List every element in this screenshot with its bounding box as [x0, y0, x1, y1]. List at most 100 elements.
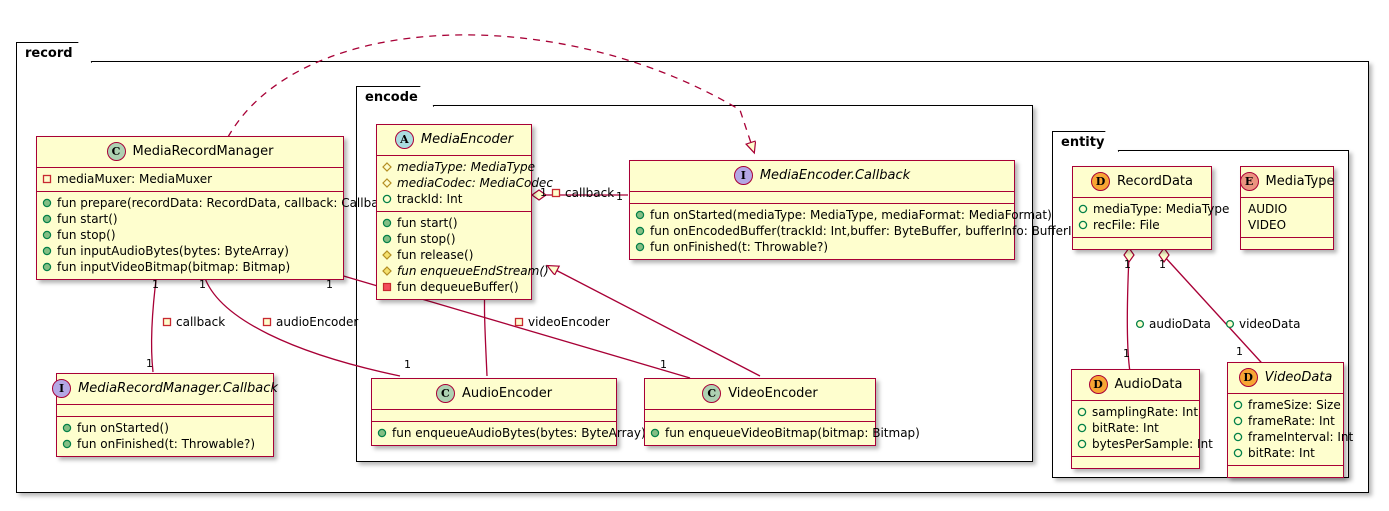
- class-title: VideoEncoder: [728, 386, 818, 401]
- class-header: D AudioData: [1072, 370, 1199, 401]
- method-row: fun start(): [382, 215, 526, 231]
- public-marker-icon: [635, 210, 645, 220]
- class-header: C AudioEncoder: [372, 379, 616, 410]
- public-marker-icon: [1225, 319, 1235, 329]
- class-stereotype-icon: D: [1238, 368, 1258, 387]
- class-header: C MediaRecordManager: [37, 137, 343, 168]
- private-marker-icon: [514, 317, 524, 327]
- class-stereotype-icon: C: [435, 384, 455, 403]
- public-marker-icon: [42, 246, 52, 256]
- attribute-label: frameRate: Int: [1248, 414, 1335, 428]
- multiplicity: 1: [1124, 258, 1131, 271]
- public-marker-icon: [382, 194, 392, 204]
- enum-value: VIDEO: [1248, 218, 1287, 232]
- method-row: fun dequeueBuffer(): [382, 279, 526, 295]
- attribute-row: mediaCodec: MediaCodec: [382, 175, 553, 191]
- attribute-row: frameRate: Int: [1233, 413, 1338, 429]
- class-video-encoder[interactable]: C VideoEncoder fun enqueueVideoBitmap(bi…: [644, 378, 920, 446]
- public-marker-icon: [1233, 416, 1243, 426]
- method-label: fun inputVideoBitmap(bitmap: Bitmap): [57, 260, 291, 274]
- class-record-data[interactable]: D RecordData mediaType: MediaType recFil…: [1072, 166, 1229, 250]
- method-row: fun inputVideoBitmap(bitmap: Bitmap): [42, 259, 338, 275]
- attribute-row: frameSize: Size: [1233, 397, 1341, 413]
- attribute-row: mediaType: MediaType: [1078, 201, 1229, 217]
- class-header: C VideoEncoder: [645, 379, 875, 410]
- attribute-row: bytesPerSample: Int: [1077, 436, 1213, 452]
- class-header: I MediaEncoder.Callback: [630, 161, 1014, 192]
- multiplicity: 1: [326, 278, 333, 291]
- method-row: fun stop(): [382, 231, 526, 247]
- private-marker-icon: [382, 282, 392, 292]
- class-title: MediaEncoder.Callback: [759, 168, 911, 183]
- attributes-compartment: samplingRate: Int bitRate: Int bytesPerS…: [1072, 401, 1213, 457]
- multiplicity: 1: [199, 278, 206, 291]
- attributes-compartment: [372, 410, 616, 422]
- public-marker-icon: [1077, 423, 1087, 433]
- class-title: MediaEncoder: [420, 132, 514, 147]
- public-marker-icon: [42, 262, 52, 272]
- class-stereotype-icon: D: [1091, 172, 1111, 191]
- edge-label-callback-mid: callback: [551, 186, 614, 200]
- class-header: D VideoData: [1228, 363, 1343, 394]
- public-marker-icon: [1233, 432, 1243, 442]
- public-marker-icon: [42, 230, 52, 240]
- public-marker-icon: [1078, 204, 1088, 214]
- enum-values-compartment: AUDIO VIDEO: [1241, 198, 1333, 238]
- multiplicity: 1: [404, 358, 411, 371]
- attribute-label: bitRate: Int: [1248, 446, 1315, 460]
- class-audio-data[interactable]: D AudioData samplingRate: Int bitRate: I…: [1071, 369, 1213, 469]
- public-marker-icon: [1078, 220, 1088, 230]
- public-marker-icon: [1077, 407, 1087, 417]
- class-media-record-manager-callback[interactable]: I MediaRecordManager.Callback fun onStar…: [52, 373, 278, 457]
- method-row: fun inputAudioBytes(bytes: ByteArray): [42, 243, 338, 259]
- attribute-label: mediaCodec: MediaCodec: [397, 176, 553, 190]
- public-marker-icon: [1135, 319, 1145, 329]
- protected-marker-icon: [382, 162, 392, 172]
- attribute-row: recFile: File: [1078, 217, 1206, 233]
- attributes-compartment: [57, 405, 273, 417]
- methods-compartment: [1073, 238, 1211, 249]
- class-media-record-manager[interactable]: C MediaRecordManager mediaMuxer: MediaMu…: [36, 136, 403, 280]
- public-marker-icon: [650, 428, 660, 438]
- methods-compartment: fun enqueueVideoBitmap(bitmap: Bitmap): [645, 422, 920, 445]
- methods-compartment: fun enqueueAudioBytes(bytes: ByteArray): [372, 422, 646, 445]
- class-video-data[interactable]: D VideoData frameSize: Size frameRate: I…: [1227, 362, 1353, 478]
- package-entity-label: entity: [1061, 134, 1105, 150]
- class-stereotype-icon: C: [702, 384, 722, 403]
- class-title: MediaRecordManager.Callback: [78, 381, 278, 396]
- methods-compartment: fun onStarted() fun onFinished(t: Throwa…: [57, 417, 273, 456]
- attribute-row: samplingRate: Int: [1077, 404, 1198, 420]
- attributes-compartment: mediaType: MediaType mediaCodec: MediaCo…: [377, 156, 553, 212]
- attributes-compartment: frameSize: Size frameRate: Int frameInte…: [1228, 394, 1353, 466]
- methods-compartment: [1241, 238, 1333, 249]
- class-header: I MediaRecordManager.Callback: [52, 374, 278, 405]
- multiplicity: 1: [146, 357, 153, 370]
- class-header: E MediaType: [1239, 167, 1335, 198]
- edge-label-text: videoEncoder: [528, 315, 610, 329]
- class-title: MediaRecordManager: [132, 144, 274, 159]
- method-label: fun prepare(recordData: RecordData, call…: [57, 196, 404, 210]
- class-audio-encoder[interactable]: C AudioEncoder fun enqueueAudioBytes(byt…: [371, 378, 646, 446]
- public-marker-icon: [1077, 439, 1087, 449]
- class-title: MediaType: [1265, 174, 1335, 189]
- diagram-canvas: record encode entity C MediaRecordManage…: [0, 0, 1389, 511]
- method-label: fun onEncodedBuffer(trackId: Int,buffer:…: [650, 224, 1096, 238]
- enum-value: AUDIO: [1248, 202, 1288, 216]
- attributes-compartment: mediaType: MediaType recFile: File: [1073, 198, 1229, 238]
- attributes-compartment: [630, 192, 1014, 204]
- class-media-encoder-callback[interactable]: I MediaEncoder.Callback fun onStarted(me…: [629, 160, 1095, 260]
- class-title: VideoData: [1264, 370, 1333, 385]
- class-stereotype-icon: E: [1239, 172, 1259, 191]
- attribute-row: mediaMuxer: MediaMuxer: [42, 171, 338, 187]
- method-row: fun prepare(recordData: RecordData, call…: [42, 195, 403, 211]
- method-label: fun stop(): [397, 232, 456, 246]
- class-media-type[interactable]: E MediaType AUDIO VIDEO: [1239, 166, 1335, 250]
- method-label: fun inputAudioBytes(bytes: ByteArray): [57, 244, 289, 258]
- attribute-label: recFile: File: [1093, 218, 1160, 232]
- class-media-encoder[interactable]: A MediaEncoder mediaType: MediaType medi…: [376, 124, 553, 300]
- methods-compartment: [1072, 457, 1199, 468]
- method-row: fun enqueueEndStream(): [382, 263, 549, 279]
- class-header: A MediaEncoder: [377, 125, 531, 156]
- multiplicity: 1: [152, 278, 159, 291]
- methods-compartment: fun start() fun stop() fun release() fun…: [377, 212, 549, 299]
